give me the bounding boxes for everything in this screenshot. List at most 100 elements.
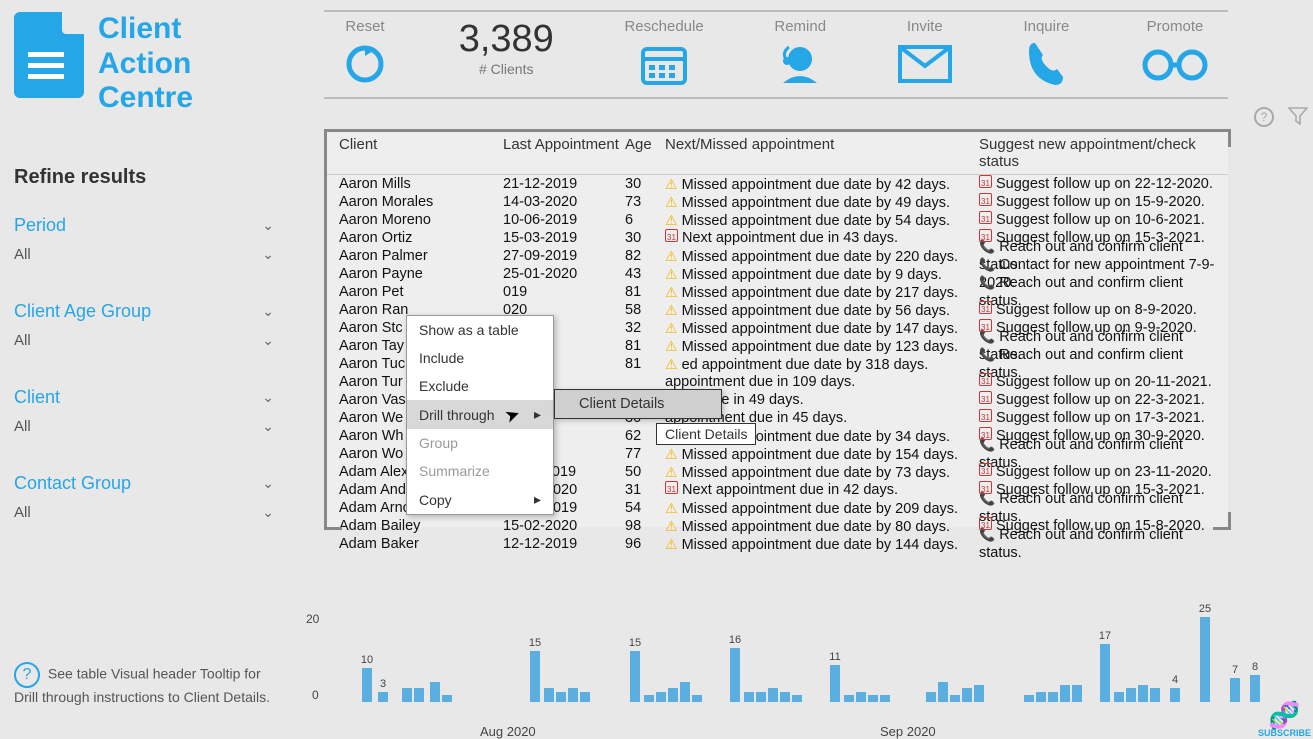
chart-bar[interactable]	[768, 688, 778, 702]
reset-action[interactable]: Reset	[342, 18, 388, 91]
chart-bar[interactable]	[530, 651, 540, 702]
reset-icon	[342, 37, 388, 91]
chart-bar[interactable]	[580, 692, 590, 702]
appointments-bar-chart[interactable]: 20 0 103151516111742578 Aug 2020 Sep 202…	[300, 602, 1278, 730]
phone-icon	[1025, 37, 1067, 91]
table-row[interactable]: Aaron Pet01981⚠Missed appointment due da…	[327, 283, 1228, 301]
filter-3-label[interactable]: Contact Group⌄	[14, 469, 274, 498]
chart-bar[interactable]	[668, 688, 678, 702]
chart-bar[interactable]	[950, 695, 960, 702]
chart-bar[interactable]	[1072, 685, 1082, 702]
chart-bar[interactable]	[656, 692, 666, 702]
bar-label: 7	[1225, 664, 1245, 676]
context-menu-item[interactable]: Include	[407, 344, 553, 372]
table-row[interactable]: Aaron Moreno10-06-20196⚠Missed appointme…	[327, 211, 1228, 229]
chart-bar[interactable]	[792, 695, 802, 702]
chart-bar[interactable]	[1114, 692, 1124, 702]
calendar-small-icon	[979, 193, 992, 206]
subscribe-badge[interactable]: 🧬 SUBSCRIBE	[1258, 702, 1311, 738]
chart-bar[interactable]	[442, 695, 452, 702]
chart-bar[interactable]	[568, 688, 578, 702]
glasses-icon	[1140, 37, 1210, 91]
chart-bar[interactable]	[680, 682, 690, 702]
context-menu-item[interactable]: Summarize	[407, 457, 553, 485]
context-menu[interactable]: Show as a tableIncludeExcludeDrill throu…	[406, 315, 554, 515]
chart-bar[interactable]	[756, 692, 766, 702]
bar-label: 11	[825, 651, 845, 663]
context-menu-item[interactable]: Drill through▸	[407, 400, 553, 429]
chart-bar[interactable]	[926, 692, 936, 702]
chart-bar[interactable]	[1036, 692, 1046, 702]
warning-icon: ⚠	[665, 500, 678, 516]
context-menu-item[interactable]: Group	[407, 429, 553, 457]
chart-bar[interactable]	[556, 692, 566, 702]
inquire-action[interactable]: Inquire	[1023, 18, 1069, 91]
chart-bar[interactable]	[974, 685, 984, 702]
chart-bar[interactable]	[844, 695, 854, 702]
chart-bar[interactable]	[1024, 695, 1034, 702]
chart-bar[interactable]	[1250, 675, 1260, 702]
filter-0-value[interactable]: All⌄	[14, 240, 274, 269]
drill-through-submenu[interactable]: Client Details	[554, 389, 722, 419]
chart-bar[interactable]	[962, 688, 972, 702]
chart-bar[interactable]	[414, 688, 424, 702]
chart-bar[interactable]	[1126, 688, 1136, 702]
warning-icon: ⚠	[665, 176, 678, 192]
chart-bar[interactable]	[692, 695, 702, 702]
table-row[interactable]: Aaron Morales14-03-202073⚠Missed appoint…	[327, 193, 1228, 211]
help-visual-icon[interactable]: ?	[1254, 107, 1274, 127]
chart-bar[interactable]	[630, 651, 640, 702]
chart-bar[interactable]	[730, 648, 740, 702]
chart-bar[interactable]	[780, 692, 790, 702]
chart-bar[interactable]	[856, 692, 866, 702]
context-menu-item[interactable]: Copy▸	[407, 485, 553, 514]
warning-icon: ⚠	[665, 518, 678, 534]
reschedule-action[interactable]: Reschedule	[624, 18, 703, 91]
calendar-small-icon	[979, 229, 992, 242]
chart-bar[interactable]	[744, 692, 754, 702]
chart-bar[interactable]	[430, 682, 440, 702]
warning-icon: ⚠	[665, 338, 678, 354]
calendar-small-icon	[665, 229, 678, 242]
chart-bar[interactable]	[1138, 685, 1148, 702]
chevron-down-icon: ⌄	[262, 475, 274, 492]
remind-action[interactable]: Remind	[774, 18, 826, 91]
chart-bar[interactable]	[378, 692, 388, 702]
support-agent-icon	[775, 37, 825, 91]
chart-bar[interactable]	[1048, 692, 1058, 702]
filter-icon[interactable]	[1288, 107, 1308, 125]
bar-label: 3	[373, 678, 393, 690]
context-menu-item[interactable]: Exclude	[407, 372, 553, 400]
table-row[interactable]: Aaron Mills21-12-201930⚠Missed appointme…	[327, 175, 1228, 193]
filter-2-label[interactable]: Client⌄	[14, 383, 274, 412]
kpi-clients: 3,389 # Clients	[459, 18, 554, 77]
chart-bar[interactable]	[644, 695, 654, 702]
chart-bar[interactable]	[1200, 617, 1210, 702]
context-menu-item[interactable]: Show as a table	[407, 316, 553, 344]
chart-bar[interactable]	[1230, 678, 1240, 702]
chevron-down-icon: ⌄	[262, 332, 274, 349]
warning-icon: ⚠	[665, 536, 678, 552]
chart-bar[interactable]	[1060, 685, 1070, 702]
warning-icon: ⚠	[665, 320, 678, 336]
chart-bar[interactable]	[1170, 688, 1180, 702]
chart-bar[interactable]	[362, 668, 372, 702]
table-row[interactable]: Adam Baker12-12-201996⚠Missed appointmen…	[327, 535, 1228, 553]
calendar-small-icon	[979, 517, 992, 530]
chart-bar[interactable]	[830, 665, 840, 702]
chart-bar[interactable]	[868, 695, 878, 702]
filter-0-label[interactable]: Period⌄	[14, 211, 274, 240]
filter-2-value[interactable]: All⌄	[14, 412, 274, 441]
table-header: Client Last Appointment Age Next/Missed …	[327, 132, 1228, 175]
chart-bar[interactable]	[402, 688, 412, 702]
filter-3-value[interactable]: All⌄	[14, 498, 274, 527]
filter-1-label[interactable]: Client Age Group⌄	[14, 297, 274, 326]
chart-bar[interactable]	[544, 688, 554, 702]
filter-1-value[interactable]: All⌄	[14, 326, 274, 355]
chart-bar[interactable]	[1150, 688, 1160, 702]
chart-bar[interactable]	[1100, 644, 1110, 702]
promote-action[interactable]: Promote	[1140, 18, 1210, 91]
invite-action[interactable]: Invite	[897, 18, 953, 91]
chart-bar[interactable]	[880, 695, 890, 702]
chart-bar[interactable]	[938, 682, 948, 702]
